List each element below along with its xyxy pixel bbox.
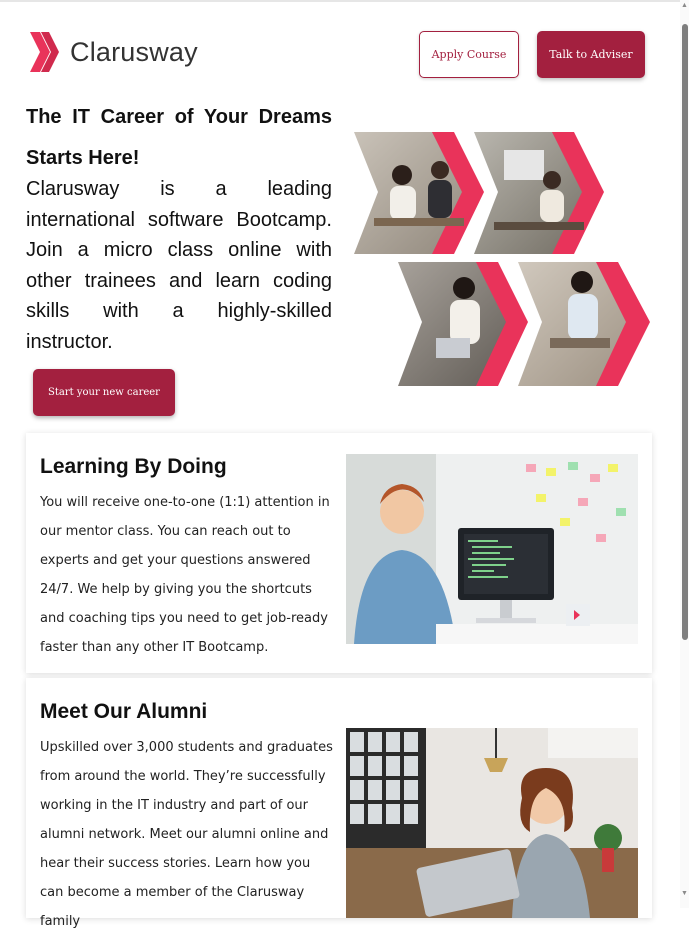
hero-title: The IT Career of Your Dreams Starts Here…: [26, 106, 332, 169]
scroll-down-icon[interactable]: ▼: [681, 890, 688, 898]
start-career-label: Start your new career: [48, 387, 160, 398]
meet-our-alumni-text: Upskilled over 3,000 students and gradua…: [40, 740, 333, 929]
apply-course-label: Apply Course: [431, 48, 507, 61]
learning-by-doing-text: You will receive one-to-one (1:1) attent…: [40, 495, 330, 655]
learning-by-doing-image: [346, 454, 638, 644]
scrollbar-thumb[interactable]: [682, 24, 688, 640]
clarusway-logo[interactable]: Clarusway: [28, 32, 198, 72]
talk-to-adviser-label: Talk to Adviser: [549, 48, 633, 61]
collage-tile-4: [518, 262, 650, 386]
clarusway-logo-icon: [30, 32, 59, 72]
meet-our-alumni-title: Meet Our Alumni: [40, 700, 208, 723]
meet-our-alumni-image: [346, 728, 638, 918]
learning-by-doing-title: Learning By Doing: [40, 455, 227, 478]
start-career-button[interactable]: Start your new career: [33, 369, 175, 416]
collage-tile-2: [474, 132, 604, 254]
collage-tile-1: [354, 132, 484, 254]
hero-description: Clarusway is a leading international sof…: [26, 178, 332, 353]
learning-by-doing-card: Learning By Doing You will receive one-t…: [26, 433, 652, 673]
hero-collage-image: [354, 132, 650, 386]
page-scrollbar[interactable]: ▲ ▼: [680, 0, 689, 908]
window-top-border: [0, 0, 689, 2]
talk-to-adviser-button[interactable]: Talk to Adviser: [537, 31, 645, 78]
meet-our-alumni-card: Meet Our Alumni Upskilled over 3,000 stu…: [26, 678, 652, 929]
brand-name: Clarusway: [70, 36, 198, 67]
scroll-up-icon[interactable]: ▲: [681, 2, 688, 10]
collage-tile-3: [398, 262, 528, 386]
apply-course-button[interactable]: Apply Course: [419, 31, 519, 78]
